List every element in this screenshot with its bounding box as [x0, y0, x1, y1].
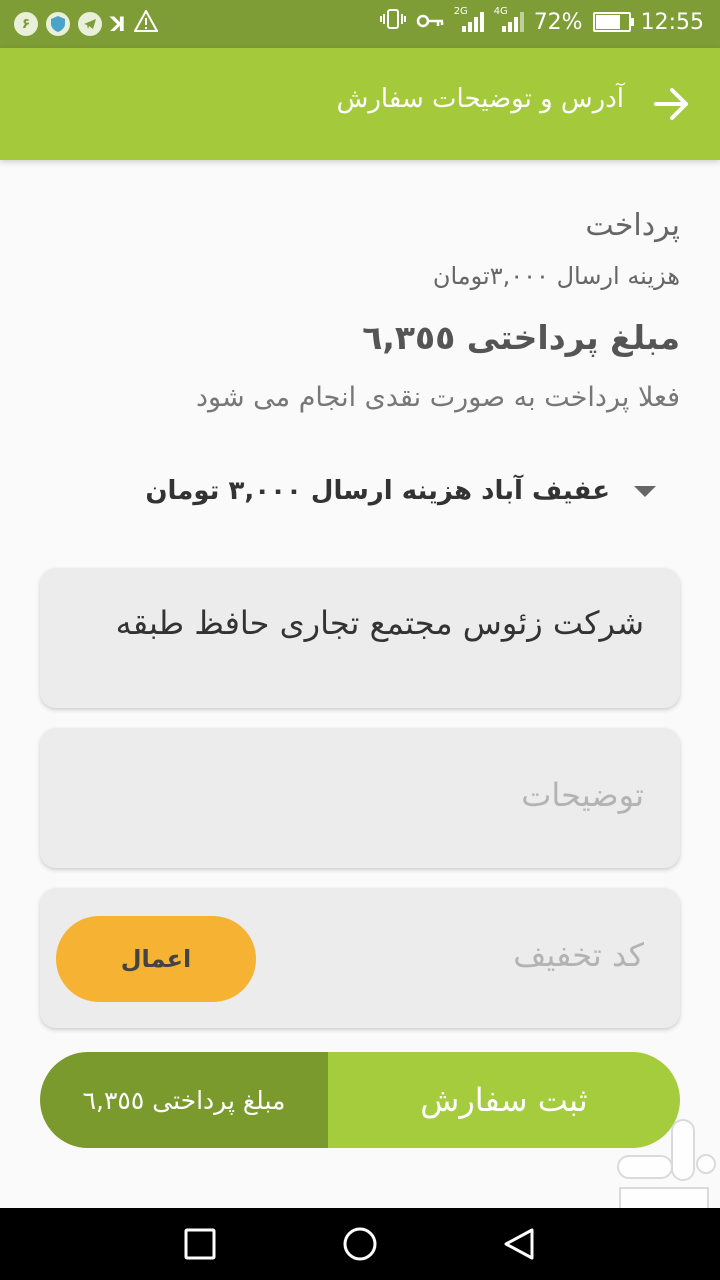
signal-2g-icon: 2G — [454, 6, 484, 34]
notification-6-icon: ۶ — [14, 12, 38, 36]
notification-icons: ۶ ꓘ — [14, 8, 159, 38]
area-spinner[interactable]: عفیف آباد هزینه ارسال ۳,۰۰۰ تومان — [145, 476, 656, 506]
payment-amount: مبلغ پرداختی ٦,٣٥٥ — [362, 318, 680, 357]
clock: 12:55 — [640, 9, 704, 35]
telegram-icon — [78, 12, 102, 36]
area-spinner-value: عفیف آباد هزینه ارسال ۳,۰۰۰ تومان — [145, 476, 610, 506]
address-field[interactable]: شرکت زئوس مجتمع تجاری حافظ طبقه — [40, 568, 680, 708]
system-status: 2G 4G 72% 12:55 — [379, 6, 704, 36]
back-arrow-icon[interactable] — [654, 86, 690, 122]
discount-field[interactable]: کد تخفیف اعمال — [40, 888, 680, 1028]
recents-square-icon[interactable] — [180, 1224, 220, 1264]
battery-fill — [595, 15, 621, 29]
home-circle-icon[interactable] — [340, 1224, 380, 1264]
navigation-bar — [0, 1208, 720, 1280]
status-bar: ۶ ꓘ 2G 4G 72% 12:55 — [0, 0, 720, 48]
battery-percent: 72% — [533, 9, 583, 35]
apply-discount-button[interactable]: اعمال — [56, 916, 256, 1002]
discount-placeholder: کد تخفیف — [513, 936, 644, 974]
warning-icon — [132, 8, 159, 38]
description-placeholder: توضیحات — [521, 776, 644, 814]
page-title: آدرس و توضیحات سفارش — [336, 84, 624, 114]
address-field-value: شرکت زئوس مجتمع تجاری حافظ طبقه — [115, 604, 644, 642]
payment-label: پرداخت — [585, 208, 680, 243]
shield-icon — [46, 12, 70, 36]
back-triangle-icon[interactable] — [500, 1224, 540, 1264]
payment-note: فعلا پرداخت به صورت نقدی انجام می شود — [195, 382, 680, 413]
app-bar: آدرس و توضیحات سفارش — [0, 48, 720, 160]
battery-icon — [592, 12, 634, 32]
vpn-icon: ꓘ — [110, 12, 126, 36]
submit-amount: مبلغ پرداختی ٦,٣٥٥ — [40, 1052, 328, 1148]
shipping-cost: هزینه ارسال ۳,۰۰۰تومان — [432, 262, 680, 290]
chevron-down-icon — [634, 485, 656, 497]
key-icon — [416, 10, 444, 35]
submit-bar: مبلغ پرداختی ٦,٣٥٥ ثبت سفارش — [40, 1052, 680, 1148]
signal-4g-icon: 4G — [494, 6, 524, 34]
description-field[interactable]: توضیحات — [40, 728, 680, 868]
vibrate-icon — [379, 8, 406, 36]
